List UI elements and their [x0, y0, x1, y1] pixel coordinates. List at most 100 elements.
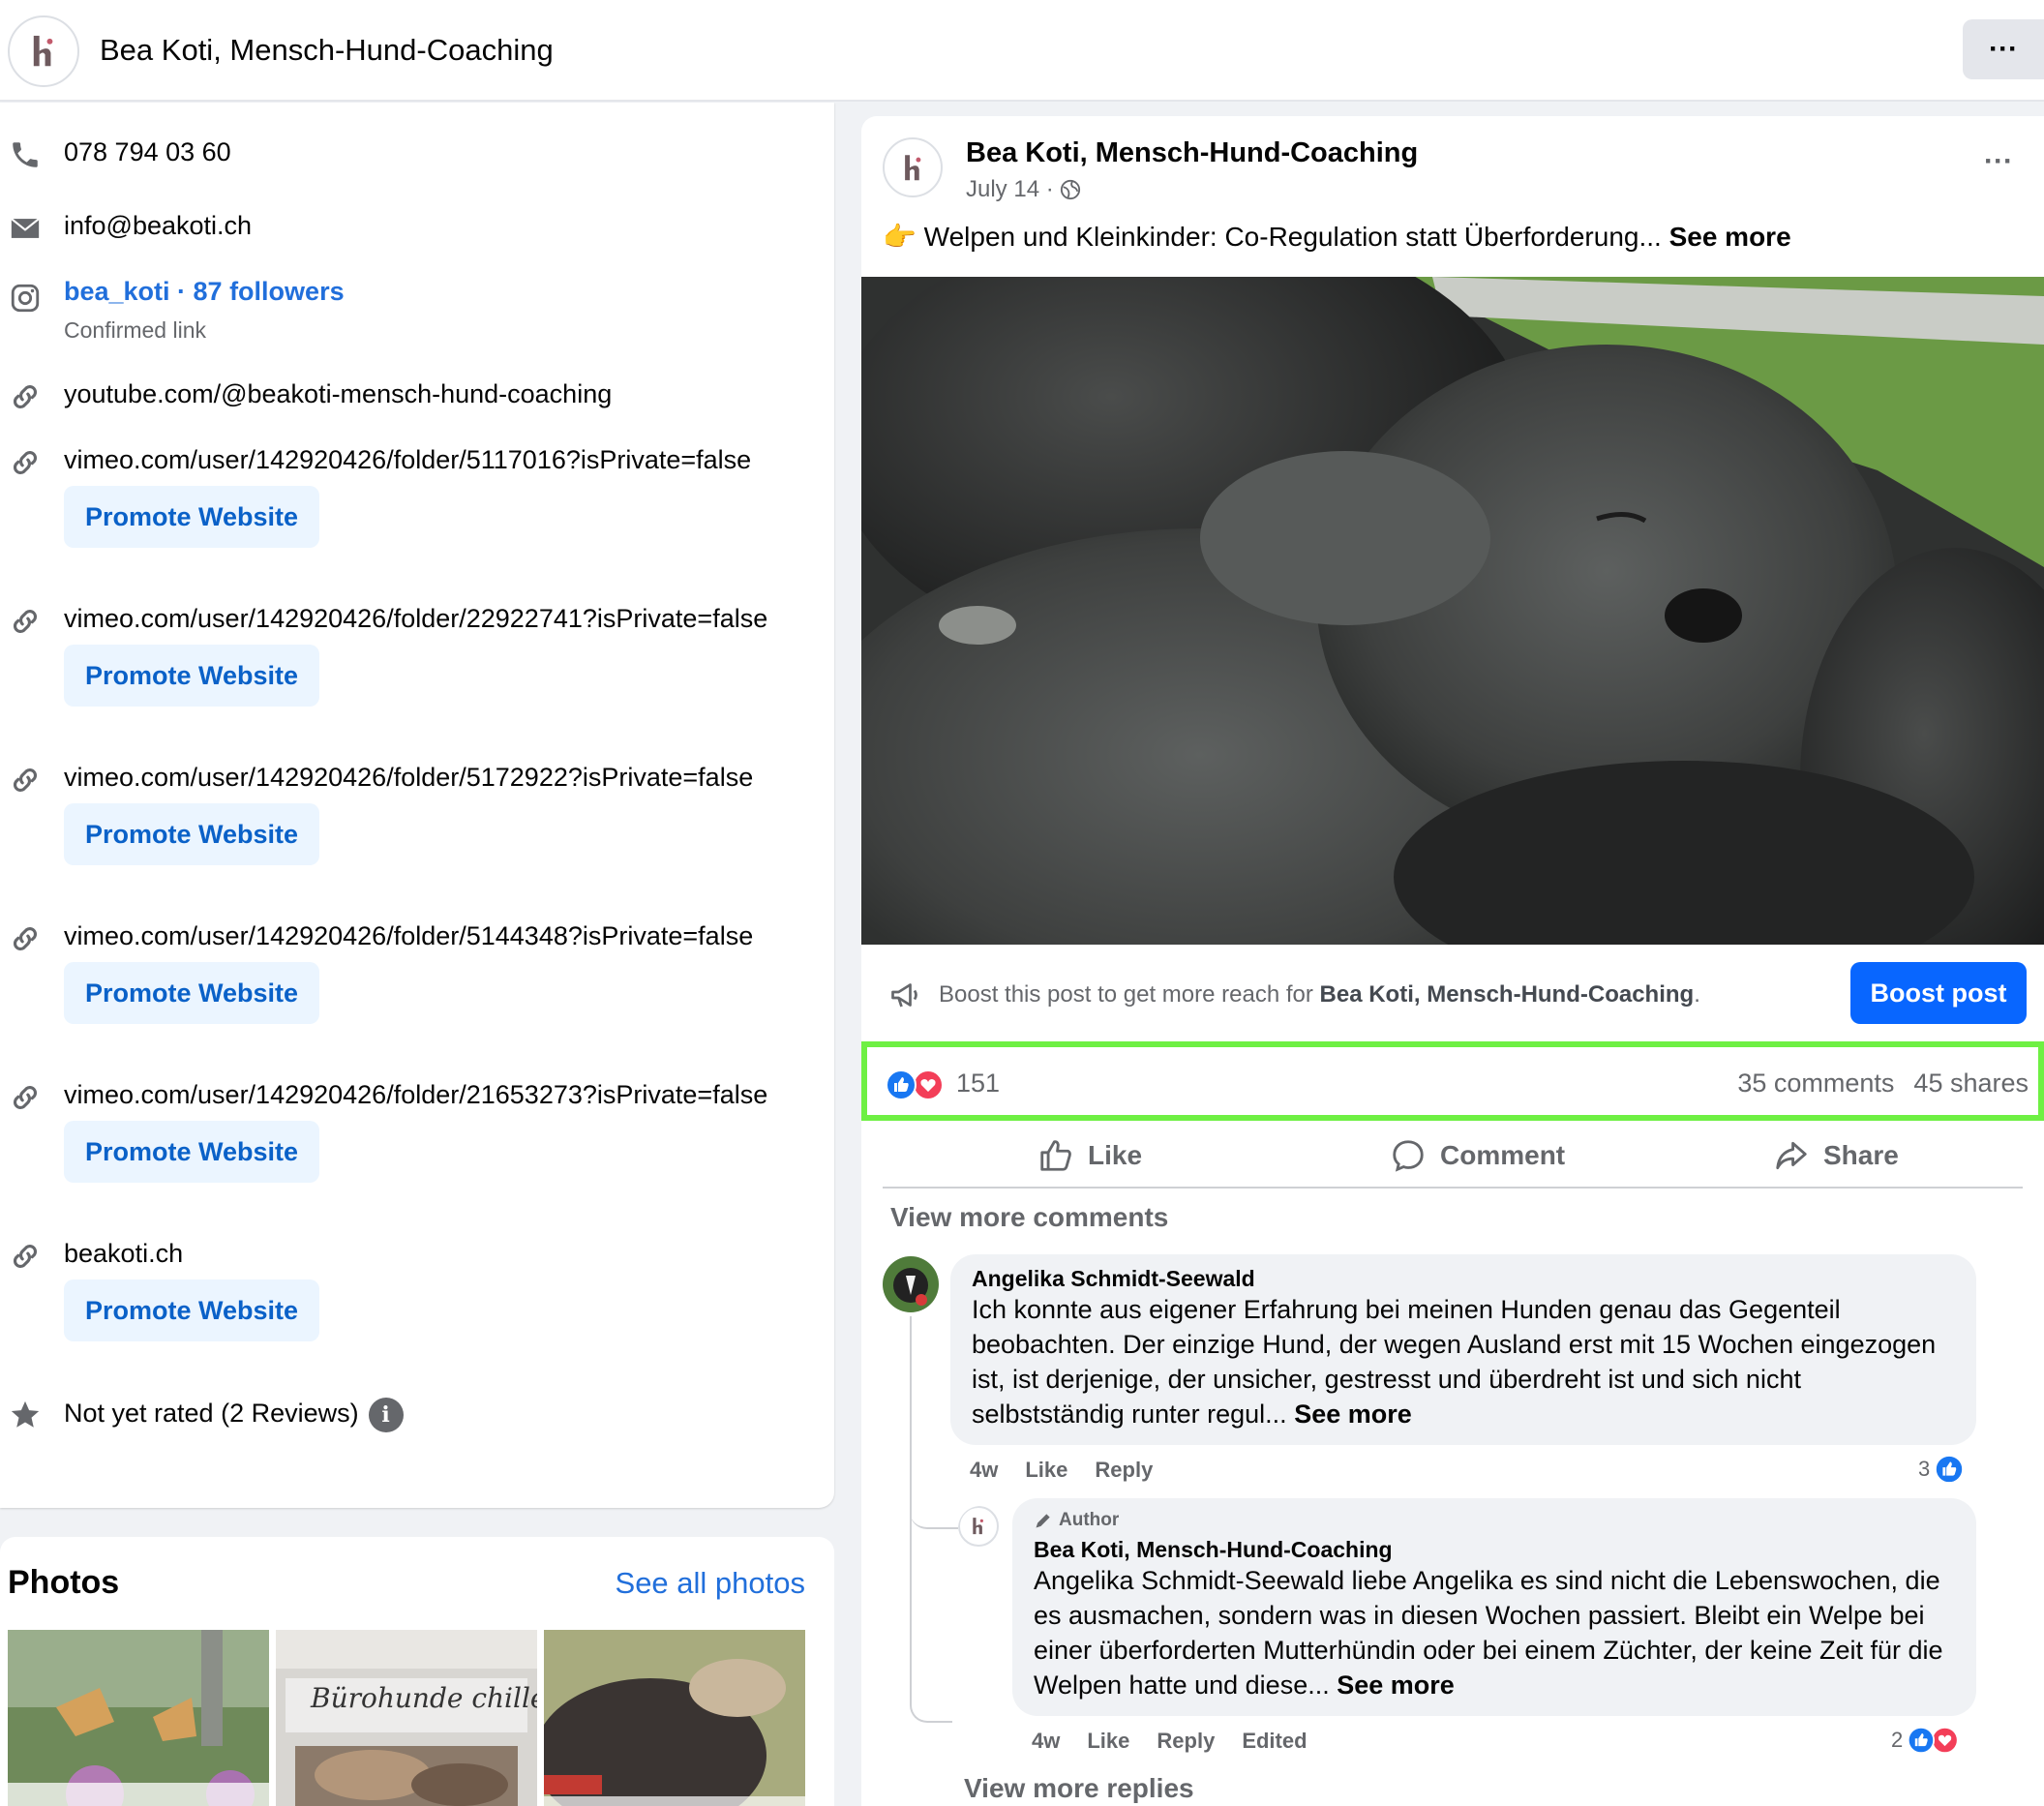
- thread-line: [910, 1316, 912, 1626]
- rating-label: Not yet rated (2 Reviews): [64, 1399, 359, 1429]
- promote-website-button[interactable]: Promote Website: [64, 962, 319, 1024]
- website-link[interactable]: beakoti.ch: [64, 1239, 183, 1269]
- link-icon: [8, 1080, 43, 1115]
- promote-website-button[interactable]: Promote Website: [64, 645, 319, 707]
- promote-website-button[interactable]: Promote Website: [64, 1279, 319, 1341]
- post-image[interactable]: [861, 277, 2044, 945]
- reply-reply-button[interactable]: Reply: [1157, 1729, 1215, 1753]
- post-options-button[interactable]: ···: [1984, 145, 2013, 178]
- reply-reactions[interactable]: 2: [1891, 1725, 1963, 1756]
- post-author-avatar[interactable]: [883, 137, 943, 197]
- comment-text: Ich konnte aus eigener Erfahrung bei mei…: [972, 1292, 1955, 1431]
- promote-website-button[interactable]: Promote Website: [64, 486, 319, 548]
- promote-website-button[interactable]: Promote Website: [64, 803, 319, 865]
- page-logo[interactable]: [8, 15, 79, 87]
- website-link[interactable]: vimeo.com/user/142920426/folder/5117016?…: [64, 445, 751, 475]
- website-link[interactable]: vimeo.com/user/142920426/folder/22922741…: [64, 604, 767, 634]
- like-label: Like: [1088, 1140, 1143, 1170]
- confirmed-link-label: Confirmed link: [64, 317, 206, 343]
- link-icon: [8, 1239, 43, 1274]
- shares-count[interactable]: 45 shares: [1913, 1069, 2029, 1098]
- photo-caption: Bürohunde chillen...: [311, 1682, 537, 1714]
- link-icon: [8, 379, 43, 414]
- instagram-link[interactable]: bea_koti · 87 followers: [64, 277, 345, 307]
- reply-edited-label[interactable]: Edited: [1242, 1729, 1307, 1753]
- link-icon: [8, 445, 43, 480]
- reaction-count[interactable]: 151: [956, 1069, 1000, 1099]
- boost-suffix: .: [1694, 981, 1700, 1008]
- more-options-button[interactable]: ···: [1963, 19, 2044, 79]
- view-more-comments-link[interactable]: View more comments: [890, 1202, 1168, 1233]
- comments-count[interactable]: 35 comments: [1737, 1069, 1894, 1098]
- reply-author-name[interactable]: Bea Koti, Mensch-Hund-Coaching: [1034, 1537, 1955, 1563]
- website-link[interactable]: vimeo.com/user/142920426/folder/5144348?…: [64, 921, 753, 951]
- see-more-link[interactable]: See more: [1669, 222, 1791, 252]
- logo-icon: [973, 1518, 984, 1535]
- info-icon[interactable]: i: [368, 1398, 404, 1432]
- boost-page-name: Bea Koti, Mensch-Hund-Coaching: [1319, 981, 1695, 1008]
- reply-like-button[interactable]: Like: [1087, 1729, 1129, 1753]
- see-more-link[interactable]: See more: [1294, 1400, 1412, 1429]
- photo-thumbnail[interactable]: [8, 1630, 269, 1806]
- photos-title: Photos: [8, 1564, 120, 1601]
- post-author-name[interactable]: Bea Koti, Mensch-Hund-Coaching: [966, 137, 1418, 169]
- reply-body: Angelika Schmidt-Seewald liebe Angelika …: [1034, 1566, 1943, 1700]
- star-icon: [8, 1398, 43, 1432]
- boost-message: Boost this post to get more reach for Be…: [939, 981, 1700, 1008]
- replies-connector: [910, 1626, 952, 1723]
- comment-button[interactable]: Comment: [1390, 1123, 1565, 1189]
- reply-connector: [910, 1489, 958, 1529]
- comment-reply-button[interactable]: Reply: [1095, 1458, 1153, 1482]
- author-badge: Author: [1034, 1510, 1955, 1531]
- post-actions: Like Comment Share: [883, 1123, 2023, 1189]
- globe-icon: [1061, 179, 1081, 200]
- boost-post-button[interactable]: Boost post: [1850, 962, 2027, 1024]
- link-icon: [8, 604, 43, 639]
- comment-reactions[interactable]: 3: [1918, 1454, 1965, 1485]
- logo-icon: [34, 36, 53, 67]
- phone-number[interactable]: 078 794 03 60: [64, 137, 231, 167]
- reply-time[interactable]: 4w: [1032, 1729, 1060, 1753]
- comment-time[interactable]: 4w: [970, 1458, 998, 1482]
- post-timestamp: July 14 ·: [966, 176, 1081, 203]
- share-label: Share: [1823, 1140, 1899, 1170]
- link-icon: [8, 763, 43, 798]
- see-more-link[interactable]: See more: [1337, 1671, 1455, 1700]
- link-icon: [8, 921, 43, 956]
- photo-thumbnail[interactable]: Bürohunde chillen...: [276, 1630, 537, 1806]
- megaphone-icon: [891, 983, 917, 1008]
- comment-actions: 4w Like Reply: [970, 1458, 1180, 1483]
- promote-website-button[interactable]: Promote Website: [64, 1121, 319, 1183]
- commenter-name[interactable]: Angelika Schmidt-Seewald: [972, 1266, 1955, 1292]
- see-all-photos-link[interactable]: See all photos: [616, 1566, 805, 1601]
- website-link[interactable]: vimeo.com/user/142920426/folder/21653273…: [64, 1080, 767, 1110]
- email-address[interactable]: info@beakoti.ch: [64, 211, 252, 241]
- website-link[interactable]: vimeo.com/user/142920426/folder/5172922?…: [64, 763, 753, 793]
- commenter-avatar[interactable]: [883, 1256, 939, 1312]
- logo-icon: [904, 155, 921, 180]
- comment-like-button[interactable]: Like: [1025, 1458, 1067, 1482]
- comment-body: Ich konnte aus eigener Erfahrung bei mei…: [972, 1295, 1937, 1429]
- reply-bubble: Author Bea Koti, Mensch-Hund-Coaching An…: [1012, 1498, 1976, 1716]
- reply-text: Angelika Schmidt-Seewald liebe Angelika …: [1034, 1563, 1955, 1702]
- thumbs-up-icon: [1040, 1140, 1071, 1171]
- boost-banner: Boost this post to get more reach for Be…: [861, 945, 2044, 1045]
- photo-thumbnail[interactable]: [544, 1630, 805, 1806]
- comment-label: Comment: [1440, 1140, 1566, 1170]
- reactions-summary: 151 35 comments 45 shares: [861, 1041, 2044, 1121]
- pen-icon: [1036, 1514, 1050, 1528]
- author-badge-label: Author: [1059, 1510, 1120, 1530]
- reply-author-avatar[interactable]: [958, 1506, 1003, 1550]
- website-link[interactable]: youtube.com/@beakoti-mensch-hund-coachin…: [64, 379, 612, 409]
- view-more-replies-link[interactable]: View more replies: [964, 1773, 1194, 1804]
- like-button[interactable]: Like: [1037, 1123, 1142, 1189]
- page-header: Bea Koti, Mensch-Hund-Coaching ···: [0, 0, 2044, 102]
- engagement-counts: 35 comments 45 shares: [1718, 1069, 2029, 1099]
- post-body: Welpen und Kleinkinder: Co-Regulation st…: [923, 222, 1662, 252]
- post-card: Bea Koti, Mensch-Hund-Coaching July 14 ·…: [861, 116, 2044, 1806]
- rating-text: Not yet rated (2 Reviews) i: [64, 1398, 404, 1432]
- share-button[interactable]: Share: [1773, 1123, 1899, 1189]
- like-reaction-icon: [1935, 1454, 1965, 1485]
- like-love-reactions-icon[interactable]: [885, 1069, 948, 1101]
- post-date-text[interactable]: July 14 ·: [966, 176, 1054, 202]
